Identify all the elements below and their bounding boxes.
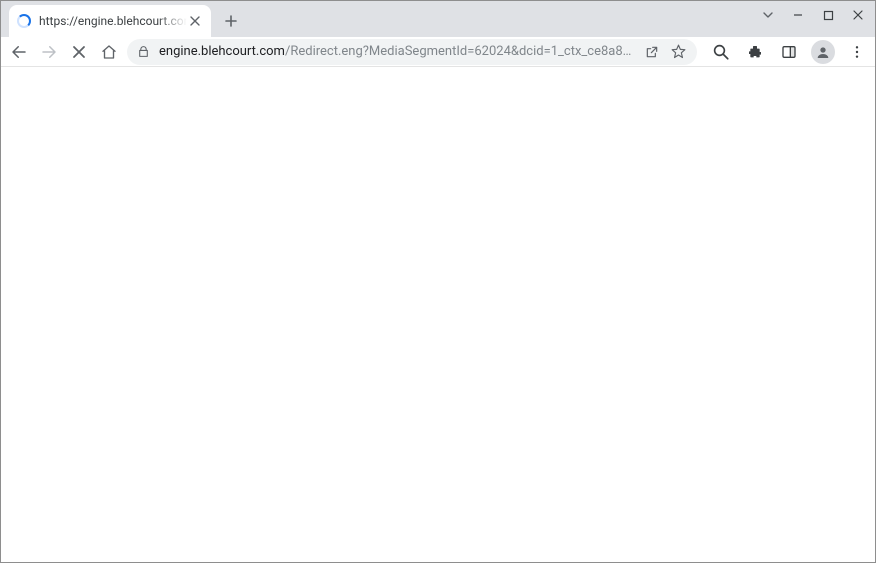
lock-icon [137, 45, 151, 59]
browser-window: https://engine.blehcourt.com/Re [0, 0, 876, 563]
page-content [1, 67, 875, 562]
share-icon [644, 44, 660, 60]
maximize-button[interactable] [813, 1, 843, 29]
extensions-button[interactable] [743, 40, 767, 64]
share-button[interactable] [644, 44, 660, 60]
search-icon [712, 43, 730, 61]
close-icon [72, 45, 86, 59]
menu-button[interactable] [845, 40, 869, 64]
kebab-icon [849, 44, 865, 60]
close-icon [852, 9, 864, 21]
close-icon [190, 16, 200, 26]
window-controls [753, 1, 873, 29]
back-button[interactable] [7, 40, 31, 64]
find-button[interactable] [709, 40, 733, 64]
extensions-icon [747, 44, 763, 60]
stop-button[interactable] [67, 40, 91, 64]
tab-search-button[interactable] [753, 1, 783, 29]
profile-button[interactable] [811, 40, 835, 64]
new-tab-button[interactable] [217, 7, 245, 35]
chevron-down-icon [762, 9, 774, 21]
bookmark-button[interactable] [670, 43, 687, 60]
address-host: engine.blehcourt.com [159, 44, 285, 59]
star-icon [670, 43, 687, 60]
close-tab-button[interactable] [187, 13, 203, 29]
home-button[interactable] [97, 40, 121, 64]
forward-button [37, 40, 61, 64]
loading-spinner-icon [17, 14, 31, 28]
tab-title: https://engine.blehcourt.com/Re [39, 14, 187, 28]
panel-icon [781, 44, 797, 60]
toolbar-right [709, 40, 869, 64]
navigation-toolbar: engine.blehcourt.com /Redirect.eng?Media… [1, 37, 875, 67]
browser-tab[interactable]: https://engine.blehcourt.com/Re [9, 5, 211, 37]
maximize-icon [823, 10, 834, 21]
plus-icon [224, 14, 238, 28]
address-bar[interactable]: engine.blehcourt.com /Redirect.eng?Media… [127, 39, 697, 65]
address-path: /Redirect.eng?MediaSegmentId=62024&dcid=… [285, 44, 636, 59]
arrow-left-icon [10, 43, 28, 61]
minimize-icon [792, 9, 804, 21]
tab-strip: https://engine.blehcourt.com/Re [1, 1, 875, 37]
arrow-right-icon [40, 43, 58, 61]
side-panel-button[interactable] [777, 40, 801, 64]
home-icon [100, 43, 118, 61]
person-icon [815, 44, 831, 60]
minimize-button[interactable] [783, 1, 813, 29]
close-window-button[interactable] [843, 1, 873, 29]
